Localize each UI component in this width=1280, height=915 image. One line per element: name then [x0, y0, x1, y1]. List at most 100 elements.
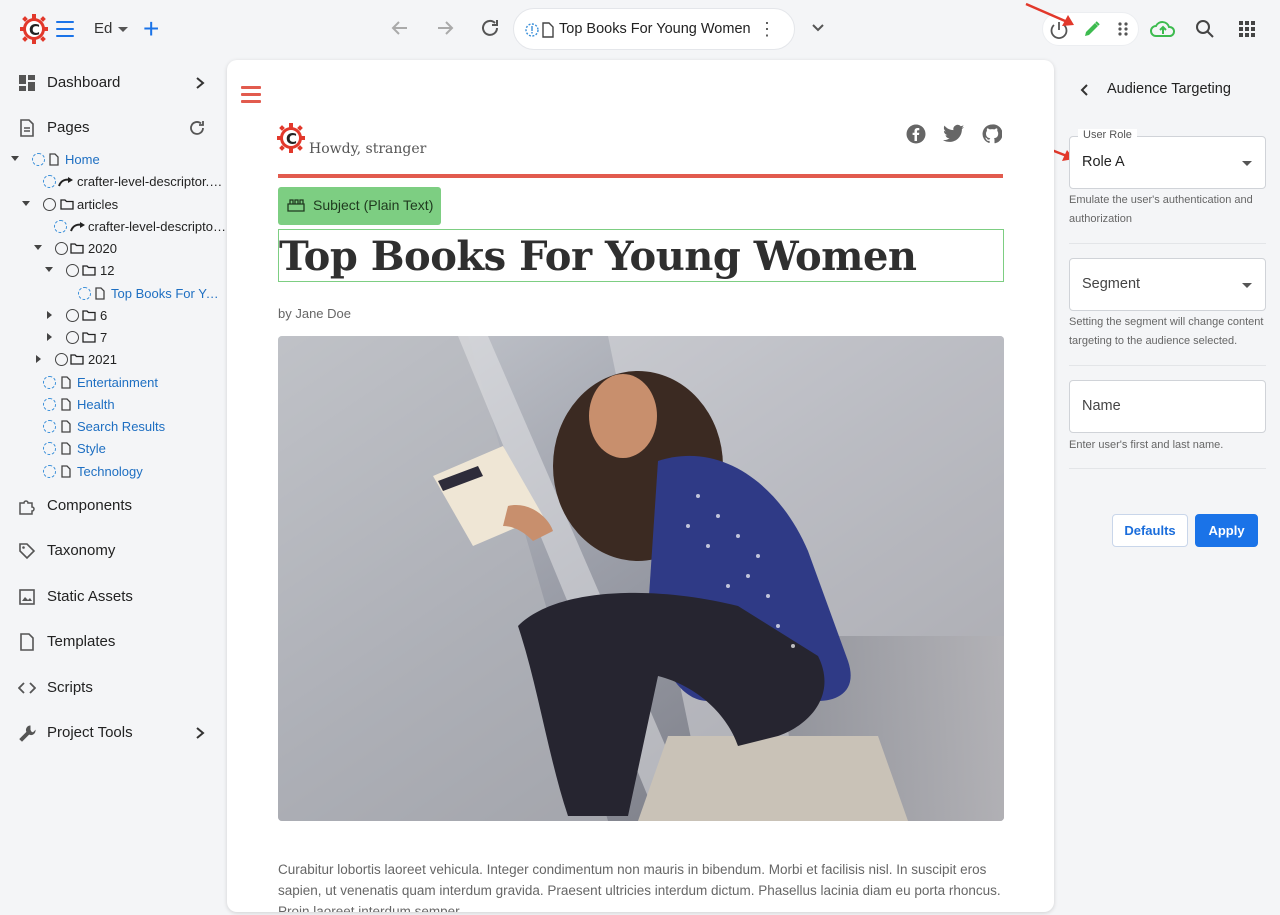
apply-button[interactable]: Apply	[1195, 514, 1258, 547]
info-icon	[43, 175, 56, 188]
status-circle-icon	[66, 264, 79, 277]
facebook-icon[interactable]	[906, 124, 926, 144]
article-title-field[interactable]: Top Books For Young Women	[278, 229, 1004, 282]
sidebar-item-dashboard[interactable]: Dashboard	[0, 66, 226, 100]
svg-text:C: C	[286, 130, 297, 148]
tag-icon	[19, 543, 36, 560]
sidebar-item-scripts[interactable]: Scripts	[0, 671, 226, 705]
expand-toggle-icon[interactable]	[47, 311, 52, 319]
tree-item[interactable]: 6	[0, 306, 226, 328]
article-title: Top Books For Young Women	[279, 233, 917, 280]
address-title: Top Books For Young Women	[559, 21, 751, 37]
panel-title: Audience Targeting	[1107, 81, 1231, 97]
defaults-button[interactable]: Defaults	[1112, 514, 1188, 547]
chevron-left-icon[interactable]	[1079, 83, 1091, 97]
menu-icon[interactable]	[56, 21, 74, 37]
image-icon	[19, 589, 35, 605]
sidebar-item-label: Static Assets	[47, 588, 133, 605]
caret-down-icon	[1242, 161, 1252, 166]
tree-item[interactable]: Style	[0, 439, 226, 461]
sidebar-item-pages[interactable]: Pages	[0, 111, 226, 145]
twitter-icon[interactable]	[943, 124, 965, 144]
user-selector[interactable]: Ed	[94, 20, 129, 37]
drag-handle-icon[interactable]	[1116, 21, 1130, 37]
redirect-arrow-icon	[70, 222, 85, 232]
folder-icon	[82, 265, 96, 276]
tree-item[interactable]: Health	[0, 395, 226, 417]
crafter-logo-icon[interactable]: C	[20, 14, 48, 44]
tree-item[interactable]: Entertainment	[0, 373, 226, 395]
sidebar-item-templates[interactable]: Templates	[0, 625, 226, 659]
apps-grid-icon[interactable]	[1238, 20, 1256, 38]
header-divider	[278, 174, 1003, 178]
tree-item-label: 7	[100, 330, 108, 345]
forward-arrow-icon[interactable]	[433, 16, 457, 40]
github-icon[interactable]	[982, 124, 1002, 144]
tree-item[interactable]: Home	[0, 150, 226, 172]
page-icon	[61, 442, 71, 455]
page-icon	[20, 633, 34, 651]
divider	[1069, 365, 1266, 366]
expand-toggle-icon[interactable]	[47, 333, 52, 341]
page-icon	[61, 376, 71, 389]
page-icon	[61, 420, 71, 433]
hero-image[interactable]	[278, 336, 1004, 821]
field-type-icon	[287, 199, 305, 212]
tree-item-label: Entertainment	[77, 375, 158, 390]
subject-field-badge[interactable]: Subject (Plain Text)	[278, 187, 441, 225]
segment-select[interactable]: Segment	[1069, 258, 1266, 311]
user-role-help: Emulate the user's authentication and au…	[1069, 194, 1253, 225]
refresh-icon[interactable]	[478, 16, 502, 40]
name-input[interactable]: Name	[1069, 380, 1266, 433]
expand-toggle-icon[interactable]	[11, 156, 19, 161]
tree-item[interactable]: 2020	[0, 239, 226, 261]
info-icon	[43, 465, 56, 478]
tree-item-selected[interactable]: Top Books For You…	[0, 284, 226, 306]
tree-item-label: Health	[77, 397, 115, 412]
name-help: Enter user's first and last name.	[1069, 439, 1224, 451]
sidebar-item-project-tools[interactable]: Project Tools	[0, 716, 226, 750]
edit-pencil-icon[interactable]	[1082, 19, 1102, 39]
site-logo-icon[interactable]: C	[277, 122, 305, 154]
user-label: Ed	[94, 20, 113, 37]
sidebar-item-static-assets[interactable]: Static Assets	[0, 580, 226, 614]
sidebar-item-taxonomy[interactable]: Taxonomy	[0, 534, 226, 568]
status-circle-icon	[66, 331, 79, 344]
tree-item-label: 2020	[88, 241, 117, 256]
tree-item[interactable]: 12	[0, 261, 226, 283]
tree-item[interactable]: crafter-level-descriptor.l…	[0, 172, 226, 194]
page-info-icon	[525, 22, 554, 38]
expand-toggle-icon[interactable]	[45, 267, 53, 272]
tree-item[interactable]: Technology	[0, 462, 226, 484]
back-arrow-icon[interactable]	[388, 16, 412, 40]
tree-item[interactable]: articles	[0, 195, 226, 217]
tree-item[interactable]: Search Results	[0, 417, 226, 439]
tree-item-label: crafter-level-descriptor.l…	[77, 174, 223, 189]
tree-item[interactable]: 7	[0, 328, 226, 350]
tree-item-label: crafter-level-descriptor.…	[88, 219, 226, 234]
user-role-select[interactable]: User Role Role A	[1069, 129, 1266, 189]
publish-cloud-icon[interactable]	[1150, 19, 1176, 39]
expand-toggle-icon[interactable]	[34, 245, 42, 250]
chevron-down-icon[interactable]	[810, 20, 826, 36]
tree-item[interactable]: 2021	[0, 350, 226, 372]
preview-panel: C Howdy, stranger Subject (Plain Text) T…	[227, 60, 1054, 912]
sidebar-item-label: Pages	[47, 119, 90, 136]
info-icon	[43, 420, 56, 433]
menu-icon[interactable]	[241, 86, 261, 104]
plus-icon[interactable]: +	[143, 15, 159, 43]
top-bar: C Ed + Top Books For Young Women ⋮	[0, 0, 1280, 58]
tree-item[interactable]: crafter-level-descriptor.…	[0, 217, 226, 239]
expand-toggle-icon[interactable]	[22, 201, 30, 206]
dashboard-icon	[19, 75, 35, 91]
search-icon[interactable]	[1195, 19, 1215, 39]
expand-toggle-icon[interactable]	[36, 355, 41, 363]
info-icon	[43, 376, 56, 389]
address-bar[interactable]: Top Books For Young Women ⋮	[513, 8, 795, 50]
more-vert-icon[interactable]: ⋮	[758, 19, 776, 39]
refresh-icon[interactable]	[188, 119, 206, 137]
subject-field-label: Subject (Plain Text)	[313, 197, 434, 213]
folder-icon	[70, 354, 84, 365]
sidebar-item-components[interactable]: Components	[0, 489, 226, 523]
tree-item-label: Home	[65, 152, 100, 167]
